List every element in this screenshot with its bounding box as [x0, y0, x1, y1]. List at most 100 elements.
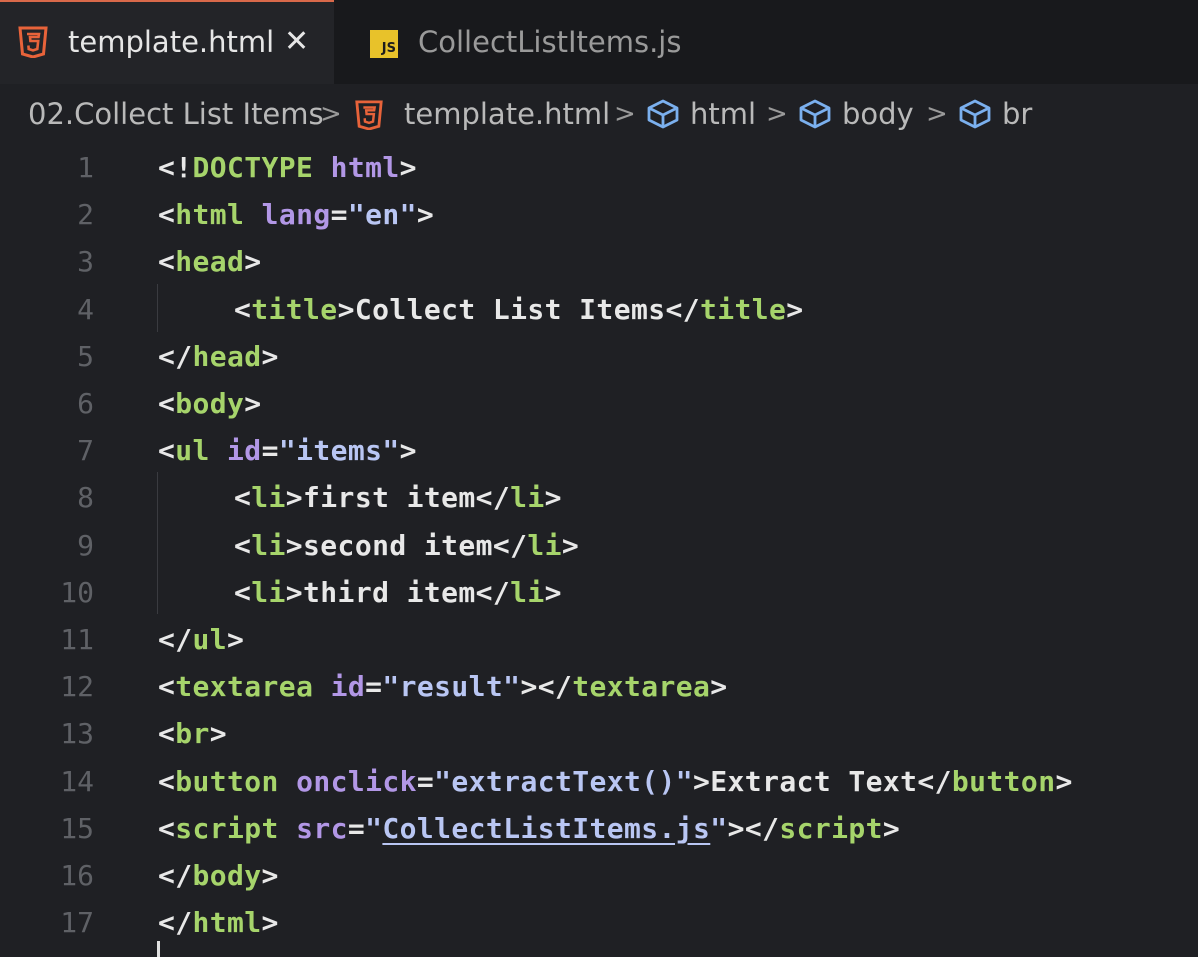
code-line[interactable]: 12 <textarea id="result"></textarea>: [0, 663, 1198, 710]
line-number: 15: [60, 811, 94, 845]
line-number: 12: [60, 670, 94, 704]
code-line[interactable]: 16 </body>: [0, 852, 1198, 899]
code-token[interactable]: CollectListItems.js: [382, 812, 710, 845]
code-line[interactable]: 1 <!DOCTYPE html>: [0, 144, 1198, 191]
code-line[interactable]: 5 </head>: [0, 333, 1198, 380]
code-token: li: [510, 481, 545, 515]
code-token: >: [227, 623, 245, 656]
code-line[interactable]: 11 </ul>: [0, 616, 1198, 663]
line-number: 11: [60, 623, 94, 656]
code-token: title: [251, 292, 338, 326]
code-token: >: [244, 245, 262, 279]
code-line[interactable]: 4 <title>Collect List Items</title>: [0, 286, 1198, 333]
code-token: "en": [347, 198, 417, 232]
code-token: button: [951, 764, 1056, 798]
html5-icon: [355, 100, 383, 130]
code-token: head: [192, 339, 262, 373]
code-token: button: [175, 764, 279, 798]
code-token: ": [710, 811, 728, 845]
breadcrumb-html[interactable]: html: [690, 94, 756, 134]
code-line[interactable]: 13 <br>: [0, 710, 1198, 757]
breadcrumb-separator-icon: >: [320, 99, 342, 129]
code-text: <head>: [158, 238, 262, 285]
code-text: <body>: [158, 380, 262, 427]
code-token: <: [234, 528, 252, 562]
code-token: id: [227, 434, 262, 468]
code-line[interactable]: 14 <button onclick="extractText()">Extrac…: [0, 758, 1198, 805]
code-line[interactable]: 15 <script src="CollectListItems.js"></sc…: [0, 805, 1198, 852]
code-line[interactable]: 6 <body>: [0, 380, 1198, 427]
breadcrumb-br[interactable]: br: [1002, 94, 1032, 134]
symbol-cube-icon: [959, 99, 991, 129]
code-line[interactable]: 7 <ul id="items">: [0, 427, 1198, 474]
code-line[interactable]: 8 <li>first item</li>: [0, 474, 1198, 521]
code-text: </html>: [158, 899, 279, 946]
code-line[interactable]: 2 <html lang="en">: [0, 191, 1198, 238]
code-token: textarea: [175, 670, 314, 704]
close-icon[interactable]: ✕: [284, 22, 309, 62]
code-token: </: [158, 623, 193, 656]
code-token: li: [251, 575, 286, 609]
code-token: </: [475, 575, 511, 609]
code-line[interactable]: 9 <li>second item</li>: [0, 522, 1198, 569]
code-token: <: [158, 670, 176, 704]
code-line[interactable]: 10 <li>third item</li>: [0, 569, 1198, 616]
breadcrumb-body[interactable]: body: [842, 94, 914, 134]
code-line[interactable]: 17 </html>: [0, 899, 1198, 946]
code-text: </body>: [158, 852, 279, 899]
code-token: =: [330, 198, 348, 232]
code-token: >: [416, 198, 435, 232]
code-token: </: [492, 528, 528, 562]
code-token: li: [510, 575, 545, 609]
code-token: src: [296, 811, 348, 845]
code-token: Extract Text: [710, 764, 918, 798]
line-number: 17: [60, 906, 94, 940]
breadcrumb-file[interactable]: template.html: [404, 94, 610, 134]
code-token: >: [337, 292, 355, 326]
code-token: ></: [727, 811, 780, 845]
code-token: >: [544, 481, 562, 515]
code-token: >: [882, 811, 901, 845]
code-token: script: [175, 811, 279, 845]
code-text: <html lang="en">: [158, 191, 434, 238]
code-text: <title>Collect List Items</title>: [234, 286, 804, 333]
code-token: head: [175, 245, 245, 279]
code-text: <br>: [158, 710, 227, 757]
code-token: <: [158, 198, 176, 232]
breadcrumb-separator-icon: >: [766, 99, 788, 129]
code-token: </: [158, 339, 193, 373]
code-token: >: [285, 575, 304, 609]
line-number: 2: [77, 198, 94, 232]
code-token: </: [665, 292, 700, 326]
code-token: >: [693, 764, 711, 798]
code-token: <: [234, 575, 252, 609]
code-token: br: [175, 717, 210, 751]
text-cursor: [157, 941, 160, 957]
symbol-cube-icon: [647, 99, 679, 129]
code-token: title: [699, 292, 787, 326]
tab-template-html-label: template.html: [68, 25, 275, 59]
code-editor[interactable]: 1 <!DOCTYPE html> 2 <html lang="en"> 3 <head>…: [0, 144, 1198, 957]
code-token: =: [416, 764, 435, 798]
code-token: li: [527, 528, 562, 562]
code-text: <ul id="items">: [158, 427, 417, 474]
code-token: "items": [278, 434, 400, 468]
code-token: >: [285, 528, 304, 562]
code-line[interactable]: 3 <head>: [0, 238, 1198, 285]
code-token: >: [261, 906, 279, 940]
code-token: =: [261, 434, 279, 468]
code-token: textarea: [572, 670, 711, 704]
code-token: <: [158, 717, 176, 751]
code-token: lang: [261, 198, 331, 232]
line-number: 3: [77, 245, 94, 279]
breadcrumb-separator-icon: >: [926, 99, 948, 129]
line-number: 13: [60, 717, 94, 751]
code-token: html: [330, 151, 400, 184]
breadcrumb-folder[interactable]: 02.Collect List Items: [28, 94, 324, 134]
code-text: <script src="CollectListItems.js"></scri…: [158, 805, 900, 852]
code-token: onclick: [296, 764, 417, 798]
code-token: DOCTYPE: [192, 151, 314, 184]
